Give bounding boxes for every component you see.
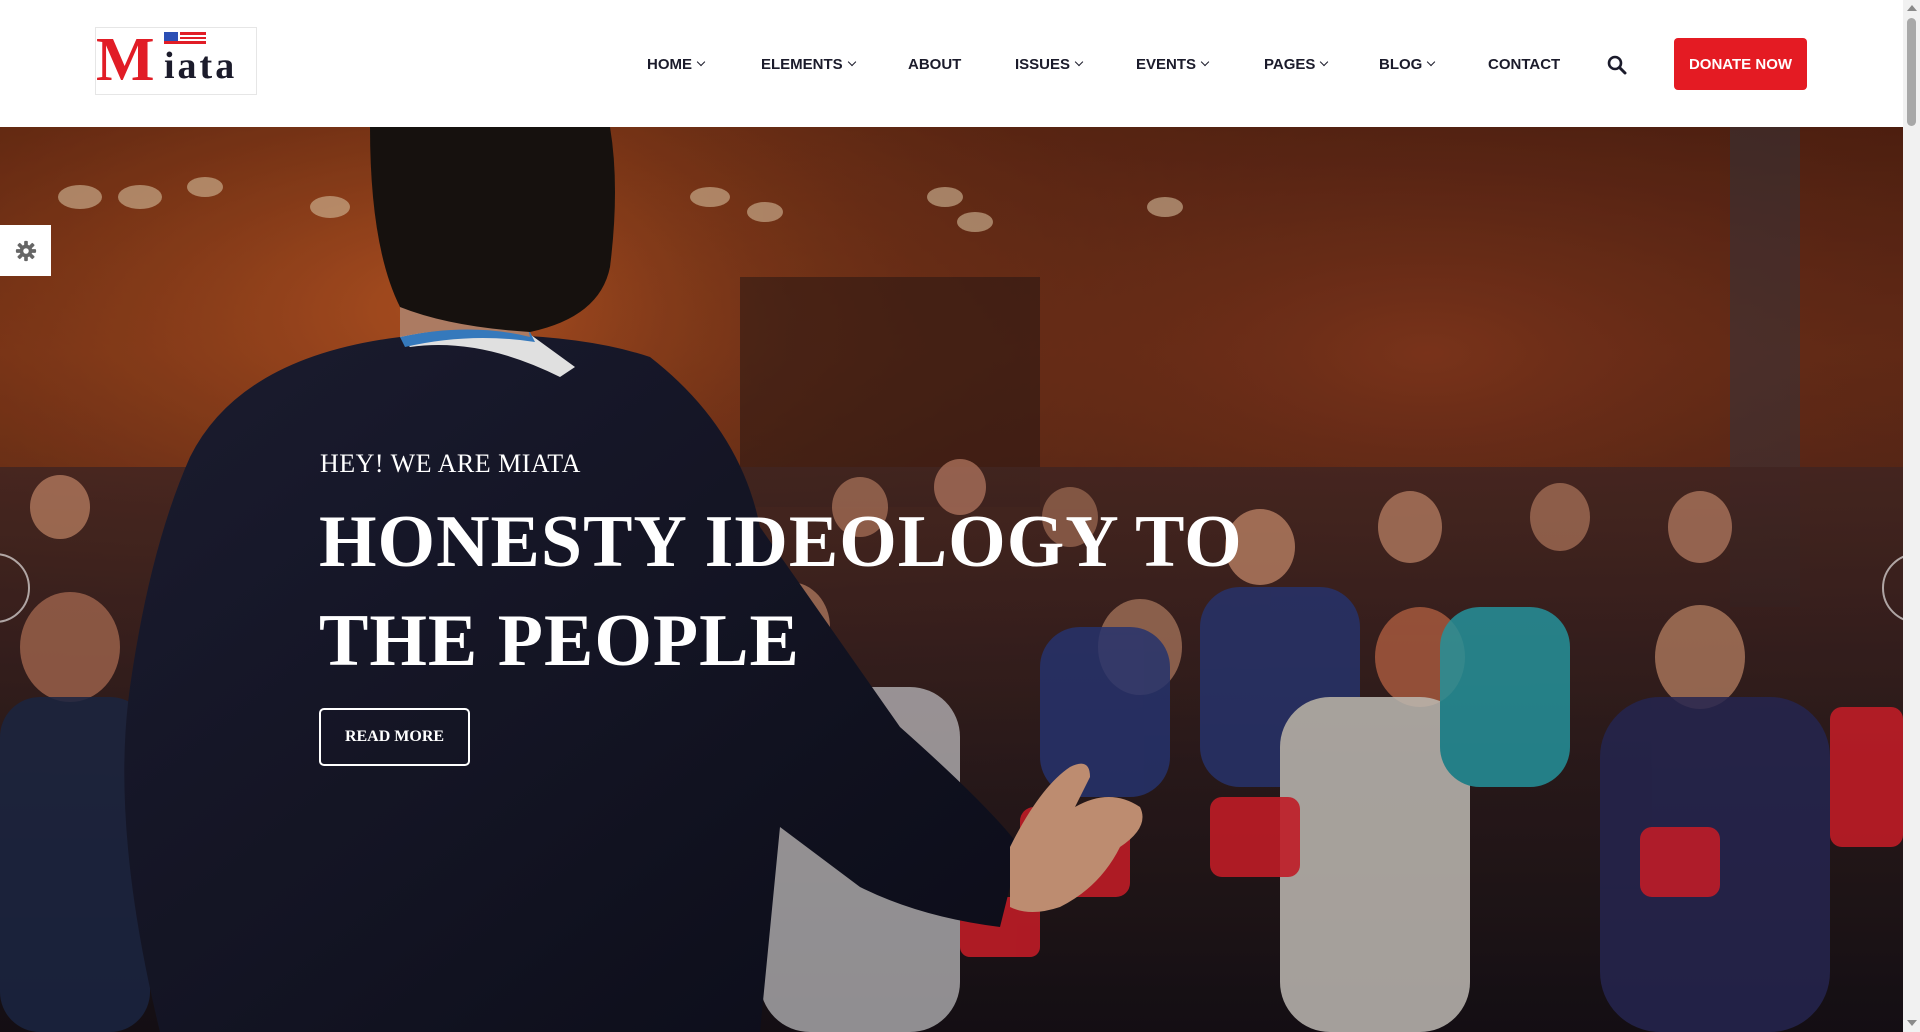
site-logo[interactable]: M iata [95, 27, 257, 95]
hero-title-line: THE PEOPLE [319, 600, 800, 682]
logo-text: iata [164, 45, 238, 87]
hero-title-line: HONESTY IDEOLOGY TO [319, 501, 1243, 583]
nav-item-label: PAGES [1264, 55, 1316, 73]
chevron-down-icon [847, 57, 856, 67]
nav-item-label: EVENTS [1136, 55, 1197, 73]
nav-item-label: ISSUES [1015, 55, 1071, 73]
donate-button[interactable]: DONATE NOW [1674, 38, 1807, 90]
hero-title: HONESTY IDEOLOGY TO THE PEOPLE [319, 493, 1279, 691]
scroll-up-arrow-icon[interactable] [1907, 5, 1917, 11]
nav-item-events[interactable]: EVENTS [1136, 52, 1210, 76]
chevron-down-icon [1200, 57, 1210, 67]
nav-item-label: BLOG [1379, 55, 1423, 73]
chevron-down-icon [696, 57, 706, 67]
read-more-button[interactable]: READ MORE [319, 708, 470, 766]
settings-toggle[interactable] [0, 225, 51, 276]
chevron-down-icon [1074, 57, 1084, 67]
hero-subtitle: HEY! WE ARE MIATA [320, 449, 581, 478]
nav-item-contact[interactable]: CONTACT [1488, 52, 1560, 76]
nav-item-about[interactable]: ABOUT [908, 52, 961, 76]
nav-item-label: ELEMENTS [761, 55, 843, 73]
nav-item-elements[interactable]: ELEMENTS [761, 52, 856, 76]
nav-item-label: HOME [647, 55, 692, 73]
scroll-thumb[interactable] [1907, 18, 1916, 126]
site-header: M iata HOME ELEMENTS ABOUT ISSUES EVENTS… [0, 0, 1903, 127]
nav-item-issues[interactable]: ISSUES [1015, 52, 1084, 76]
nav-item-label: CONTACT [1488, 55, 1561, 73]
nav-item-blog[interactable]: BLOG [1379, 52, 1436, 76]
flag-icon [164, 32, 206, 44]
logo-initial: M [96, 26, 155, 94]
nav-item-pages[interactable]: PAGES [1264, 52, 1329, 76]
chevron-down-icon [1320, 57, 1329, 67]
nav-item-label: ABOUT [908, 55, 962, 73]
scroll-down-arrow-icon[interactable] [1907, 1020, 1917, 1026]
page-scrollbar[interactable] [1903, 0, 1920, 1032]
hero-slider: HEY! WE ARE MIATA HONESTY IDEOLOGY TO TH… [0, 127, 1903, 1032]
search-icon[interactable] [1607, 55, 1627, 75]
gear-icon [15, 240, 36, 261]
nav-item-home[interactable]: HOME [647, 52, 706, 76]
chevron-down-icon [1427, 57, 1436, 67]
